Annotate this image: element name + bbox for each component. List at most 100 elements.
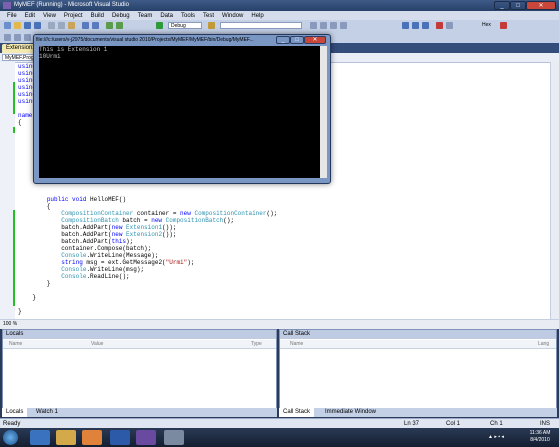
console-minimize-button[interactable]: _: [276, 36, 290, 44]
clock-date: 8/4/2010: [530, 437, 550, 443]
copy-icon[interactable]: [58, 22, 65, 29]
console-window[interactable]: file:///c:/users/v-j2975/documents/visua…: [33, 34, 331, 184]
locals-col-value[interactable]: Value: [91, 340, 103, 348]
cut-icon[interactable]: [48, 22, 55, 29]
save-icon[interactable]: [24, 22, 31, 29]
menu-edit[interactable]: Edit: [21, 11, 39, 20]
properties-icon[interactable]: [320, 22, 327, 29]
code-line[interactable]: CompositionBatch batch = new Composition…: [18, 217, 234, 224]
minimize-button[interactable]: _: [494, 1, 510, 10]
code-line[interactable]: Console.ReadLine();: [18, 273, 129, 280]
menu-build[interactable]: Build: [87, 11, 108, 20]
clock-time: 11:36 AM: [529, 430, 551, 436]
editor-gutter: [0, 62, 15, 320]
visual-studio-taskbar-icon[interactable]: [136, 430, 156, 445]
start-button-icon[interactable]: [3, 430, 18, 445]
code-line[interactable]: container.Compose(batch);: [18, 245, 151, 252]
console-output: This is Extension 1 10Urmi: [39, 46, 320, 178]
step-into-icon[interactable]: [402, 22, 409, 29]
menu-bar: File Edit View Project Build Debug Team …: [0, 11, 559, 20]
code-line[interactable]: string msg = ext.GetMessage2("Urmi");: [18, 259, 194, 266]
tab-locals[interactable]: Locals: [2, 408, 28, 417]
code-line[interactable]: batch.AddPart(this);: [18, 238, 133, 245]
console-taskbar-icon[interactable]: [164, 430, 184, 445]
save-all-icon[interactable]: [34, 22, 41, 29]
locals-title: Locals: [3, 330, 276, 339]
toolbox-icon[interactable]: [340, 22, 347, 29]
code-line[interactable]: {: [18, 203, 51, 210]
menu-file[interactable]: File: [3, 11, 21, 20]
word-icon[interactable]: [110, 430, 130, 445]
code-line[interactable]: Console.WriteLine(Message);: [18, 252, 158, 259]
code-line[interactable]: {: [18, 119, 22, 126]
menu-window[interactable]: Window: [218, 11, 247, 20]
stop-debugging-icon[interactable]: [436, 22, 443, 29]
paste-icon[interactable]: [68, 22, 75, 29]
visual-studio-icon: [3, 2, 11, 9]
tab-immediate-window[interactable]: Immediate Window: [321, 408, 380, 417]
navigate-backward-icon[interactable]: [106, 22, 113, 29]
menu-tools[interactable]: Tools: [177, 11, 199, 20]
menu-data[interactable]: Data: [156, 11, 177, 20]
taskbar: ▲ ▸ ▪ ◂ 11:36 AM 8/4/2010: [0, 428, 559, 447]
solution-explorer-icon[interactable]: [310, 22, 317, 29]
open-icon[interactable]: [14, 22, 21, 29]
code-line[interactable]: batch.AddPart(new Extension1());: [18, 224, 176, 231]
outdent-icon[interactable]: [14, 34, 21, 41]
menu-test[interactable]: Test: [199, 11, 218, 20]
menu-team[interactable]: Team: [134, 11, 157, 20]
tab-watch-1[interactable]: Watch 1: [32, 408, 62, 417]
indent-icon[interactable]: [4, 34, 11, 41]
code-line[interactable]: public void HelloMEF(): [18, 196, 126, 203]
menu-view[interactable]: View: [39, 11, 60, 20]
navigate-forward-icon[interactable]: [116, 22, 123, 29]
code-line[interactable]: Console.WriteLine(msg);: [18, 266, 144, 273]
object-browser-icon[interactable]: [330, 22, 337, 29]
find-icon[interactable]: [208, 22, 215, 29]
console-scrollbar[interactable]: [320, 46, 327, 178]
code-line[interactable]: }: [18, 280, 51, 287]
media-player-icon[interactable]: [82, 430, 102, 445]
continue-icon[interactable]: [156, 22, 163, 29]
code-line[interactable]: }: [18, 294, 36, 301]
call-stack-col-name[interactable]: Name: [290, 340, 303, 348]
vertical-scrollbar[interactable]: [550, 62, 559, 320]
undo-icon[interactable]: [82, 22, 89, 29]
console-close-button[interactable]: ✕: [304, 36, 326, 44]
file-explorer-icon[interactable]: [56, 430, 76, 445]
call-stack-panel: Call Stack Name Lang: [279, 329, 557, 409]
locals-col-type[interactable]: Type: [251, 340, 262, 348]
solution-configuration-select[interactable]: Debug: [168, 22, 202, 29]
call-stack-title: Call Stack: [280, 330, 556, 339]
breakpoints-icon[interactable]: [446, 22, 453, 29]
console-line: 10Urmi: [39, 53, 61, 60]
zoom-level[interactable]: 100 %: [3, 321, 17, 328]
redo-icon[interactable]: [92, 22, 99, 29]
locals-column-header: Name Value Type: [3, 340, 276, 349]
step-over-icon[interactable]: [412, 22, 419, 29]
locals-panel: Locals Name Value Type: [2, 329, 277, 409]
menu-project[interactable]: Project: [60, 11, 87, 20]
menu-help[interactable]: Help: [247, 11, 267, 20]
tab-call-stack[interactable]: Call Stack: [279, 408, 315, 417]
clock[interactable]: 11:36 AM 8/4/2010: [524, 430, 556, 444]
call-stack-col-lang[interactable]: Lang: [538, 340, 549, 348]
hex-toggle[interactable]: Hex: [482, 22, 491, 29]
comment-icon[interactable]: [24, 34, 31, 41]
find-combo[interactable]: [220, 22, 302, 29]
tray-icons[interactable]: ▲ ▸ ▪ ◂: [488, 434, 528, 442]
code-line[interactable]: CompositionContainer container = new Com…: [18, 210, 277, 217]
menu-debug[interactable]: Debug: [108, 11, 134, 20]
close-button[interactable]: ✕: [526, 1, 556, 10]
toolbar-options-icon[interactable]: [500, 22, 507, 29]
locals-col-name[interactable]: Name: [9, 340, 22, 348]
new-project-icon[interactable]: [4, 22, 11, 29]
code-line[interactable]: batch.AddPart(new Extension2());: [18, 231, 176, 238]
console-maximize-button[interactable]: □: [290, 36, 304, 44]
title-bar: MyMEF (Running) - Microsoft Visual Studi…: [0, 0, 559, 11]
step-out-icon[interactable]: [422, 22, 429, 29]
internet-explorer-icon[interactable]: [30, 430, 50, 445]
maximize-button[interactable]: □: [510, 1, 526, 10]
code-line[interactable]: }: [18, 308, 22, 315]
horizontal-scrollbar[interactable]: 100 %: [0, 319, 559, 329]
